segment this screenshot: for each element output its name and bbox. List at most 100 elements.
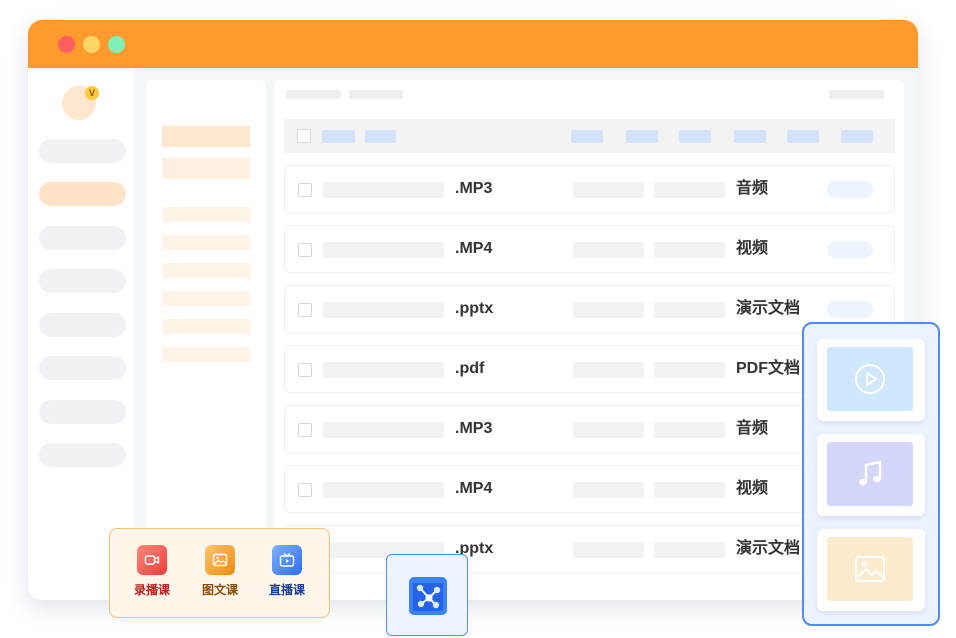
app-window: V .MP3 音频 .MP4 视频 .pptx 演示文档 .pdf PDF文档 … <box>28 20 918 600</box>
toolbar-placeholder <box>829 90 884 99</box>
picture-icon <box>205 545 235 575</box>
course-type-live[interactable]: 直播课 <box>257 545 317 597</box>
cell-placeholder <box>654 542 725 558</box>
category-subitem[interactable] <box>162 235 250 250</box>
share-nodes-icon <box>409 577 447 615</box>
cell-placeholder <box>573 242 644 258</box>
category-subitem[interactable] <box>162 207 250 222</box>
cell-placeholder <box>573 302 644 318</box>
sidebar-item-4[interactable] <box>39 269 126 293</box>
file-type: 演示文档 <box>736 540 801 557</box>
cell-placeholder <box>573 182 644 198</box>
filename-placeholder <box>323 362 444 378</box>
file-type: 音频 <box>736 420 769 437</box>
cell-placeholder <box>573 362 644 378</box>
cell-placeholder <box>654 362 725 378</box>
filename-placeholder <box>323 242 444 258</box>
tv-icon <box>272 545 302 575</box>
file-type: 视频 <box>736 240 769 257</box>
maximize-window-button[interactable] <box>108 36 125 53</box>
media-type-panel <box>802 322 940 626</box>
column-header <box>365 130 396 143</box>
cell-placeholder <box>573 422 644 438</box>
sidebar-item-1[interactable] <box>39 139 126 163</box>
sidebar: V <box>28 68 134 600</box>
image-icon <box>827 537 913 601</box>
column-header <box>679 130 711 143</box>
category-subitem[interactable] <box>162 263 250 278</box>
media-tile-video[interactable] <box>817 339 925 421</box>
media-tile-image[interactable] <box>817 529 925 611</box>
sidebar-item-8[interactable] <box>39 443 126 467</box>
file-extension: .MP4 <box>455 480 493 497</box>
column-header <box>626 130 658 143</box>
row-checkbox[interactable] <box>298 483 312 497</box>
video-camera-icon <box>137 545 167 575</box>
cell-placeholder <box>573 482 644 498</box>
course-type-recorded[interactable]: 录播课 <box>122 545 182 597</box>
file-extension: .pdf <box>455 360 485 377</box>
category-subitem[interactable] <box>162 347 250 362</box>
sidebar-item-5[interactable] <box>39 313 126 337</box>
course-type-label: 录播课 <box>133 583 170 597</box>
vip-badge: V <box>85 86 99 100</box>
cell-placeholder <box>573 542 644 558</box>
filename-placeholder <box>323 482 444 498</box>
file-type: 音频 <box>736 180 769 197</box>
category-item[interactable] <box>162 158 250 179</box>
cell-placeholder <box>654 482 725 498</box>
column-header <box>571 130 603 143</box>
column-header <box>734 130 766 143</box>
row-checkbox[interactable] <box>298 363 312 377</box>
row-checkbox[interactable] <box>298 183 312 197</box>
share-card[interactable] <box>386 554 468 636</box>
cell-placeholder <box>654 302 725 318</box>
course-type-label: 直播课 <box>268 583 305 597</box>
course-type-article[interactable]: 图文课 <box>190 545 250 597</box>
category-panel <box>146 80 266 600</box>
sidebar-item-6[interactable] <box>39 356 126 380</box>
minimize-window-button[interactable] <box>83 36 100 53</box>
column-header <box>841 130 873 143</box>
file-type: PDF文档 <box>736 360 801 377</box>
row-checkbox[interactable] <box>298 303 312 317</box>
sidebar-item-7[interactable] <box>39 400 126 424</box>
category-item-active[interactable] <box>162 126 250 147</box>
sidebar-item-2-active[interactable] <box>39 182 126 206</box>
course-type-card: 录播课 图文课 直播课 <box>109 528 330 618</box>
media-tile-audio[interactable] <box>817 434 925 516</box>
title-bar <box>28 20 918 68</box>
row-checkbox[interactable] <box>298 243 312 257</box>
filename-placeholder <box>323 422 444 438</box>
filename-placeholder <box>323 182 444 198</box>
table-row[interactable]: .MP3 音频 <box>284 165 895 213</box>
action-pill[interactable] <box>827 241 873 258</box>
table-header <box>284 119 895 153</box>
sidebar-item-3[interactable] <box>39 226 126 250</box>
cell-placeholder <box>654 182 725 198</box>
toolbar-placeholder <box>349 90 403 99</box>
select-all-checkbox[interactable] <box>297 129 311 143</box>
music-note-icon <box>827 442 913 506</box>
row-checkbox[interactable] <box>298 423 312 437</box>
close-window-button[interactable] <box>58 36 75 53</box>
cell-placeholder <box>654 422 725 438</box>
file-extension: .MP4 <box>455 240 493 257</box>
cell-placeholder <box>654 242 725 258</box>
column-header <box>322 130 355 143</box>
play-circle-icon <box>827 347 913 411</box>
action-pill[interactable] <box>827 301 873 318</box>
column-header <box>787 130 819 143</box>
toolbar-placeholder <box>286 90 341 99</box>
file-extension: .pptx <box>455 300 494 317</box>
filename-placeholder <box>323 302 444 318</box>
file-type: 演示文档 <box>736 300 801 317</box>
category-subitem[interactable] <box>162 319 250 334</box>
course-type-label: 图文课 <box>201 583 238 597</box>
action-pill[interactable] <box>827 181 873 198</box>
file-extension: .MP3 <box>455 420 493 437</box>
file-extension: .MP3 <box>455 180 493 197</box>
file-type: 视频 <box>736 480 769 497</box>
table-row[interactable]: .MP4 视频 <box>284 225 895 273</box>
category-subitem[interactable] <box>162 291 250 306</box>
